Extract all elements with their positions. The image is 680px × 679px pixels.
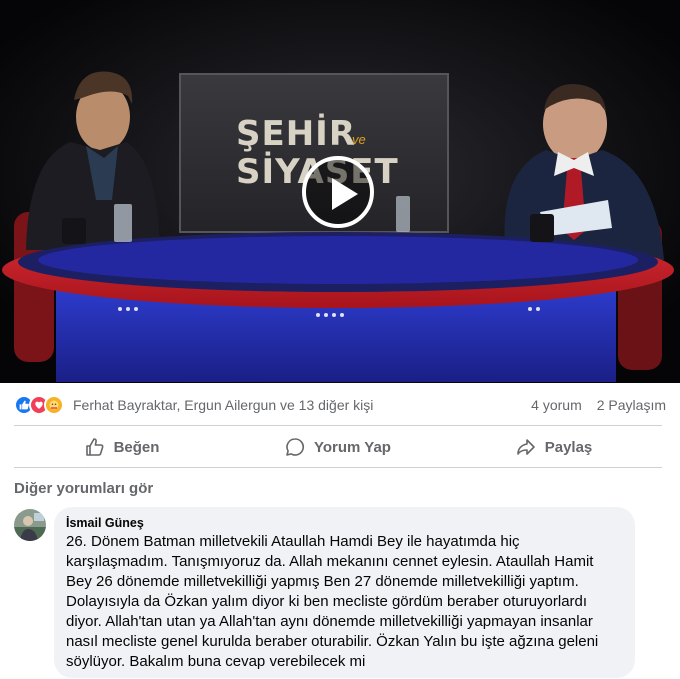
reactions-summary: Ferhat Bayraktar, Ergun Ailergun ve 13 d…	[14, 392, 666, 418]
care-icon	[44, 395, 64, 415]
video-player[interactable]: ŞEHİR ve SİYASET	[0, 0, 680, 383]
share-label: Paylaş	[544, 438, 593, 456]
comment-bubble: İsmail Güneş 26. Dönem Batman milletveki…	[54, 507, 635, 678]
play-icon	[332, 178, 358, 210]
divider	[14, 467, 662, 468]
divider	[14, 425, 662, 426]
comment-label: Yorum Yap	[314, 438, 391, 456]
comment-text: 26. Dönem Batman milletvekili Ataullah H…	[66, 533, 599, 670]
post-actions: Beğen Yorum Yap Paylaş	[14, 429, 662, 465]
comment-icon	[285, 437, 305, 457]
reaction-icons[interactable]	[14, 395, 64, 415]
comments-count[interactable]: 4 yorum	[531, 397, 582, 413]
view-more-comments-link[interactable]: Diğer yorumları gör	[14, 480, 153, 497]
like-label: Beğen	[113, 438, 160, 456]
comment-author[interactable]: İsmail Güneş	[66, 515, 623, 531]
share-button[interactable]: Paylaş	[446, 429, 662, 465]
play-button[interactable]	[302, 156, 374, 228]
reactors-text[interactable]: Ferhat Bayraktar, Ergun Ailergun ve 13 d…	[73, 397, 373, 413]
comment-button[interactable]: Yorum Yap	[230, 429, 446, 465]
avatar[interactable]	[14, 509, 46, 541]
like-button[interactable]: Beğen	[14, 429, 230, 465]
engagement-counts: 4 yorum 2 Paylaşım	[516, 397, 666, 413]
thumbs-up-icon	[85, 437, 105, 457]
shares-count[interactable]: 2 Paylaşım	[597, 397, 666, 413]
share-icon	[516, 437, 536, 457]
